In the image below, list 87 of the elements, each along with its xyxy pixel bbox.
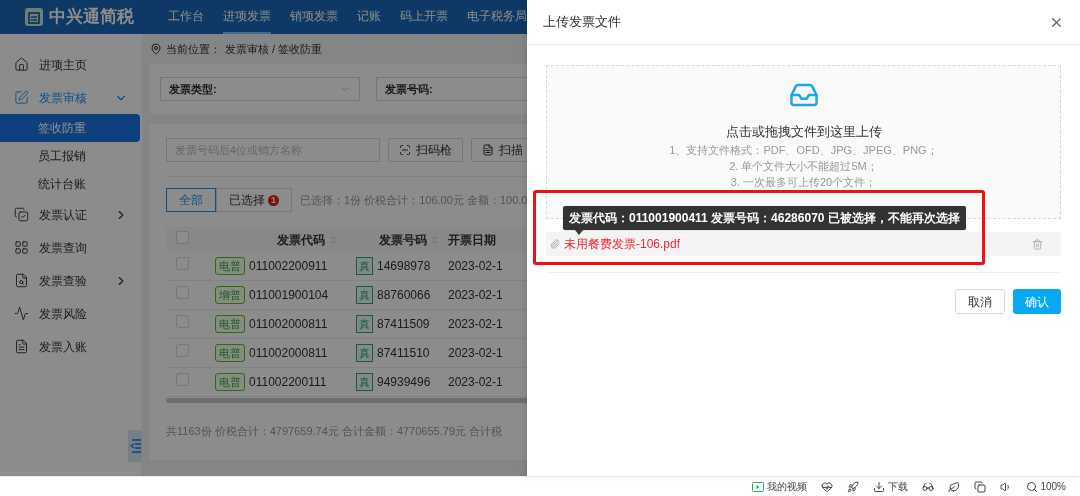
sidebar-subitem[interactable]: 统计台账 (0, 170, 140, 198)
home-icon (14, 57, 29, 72)
table-cell-text: 2023-02-1 (448, 345, 503, 362)
sidebar-item[interactable]: 发票认证 (0, 198, 142, 231)
paperclip-icon (550, 239, 560, 249)
sidebar-item[interactable]: 发票入账 (0, 330, 142, 363)
check-copy-icon (14, 207, 29, 222)
table-cell-text: 011002200911 (249, 258, 328, 275)
invoice-type-tag: 增普 (215, 286, 245, 304)
table-cell-text: 011002000811 (249, 316, 328, 333)
upload-title: 点击或拖拽文件到这里上传 (725, 123, 882, 141)
status-link[interactable]: 下载 (888, 479, 909, 494)
pulse-chart-icon (14, 306, 29, 321)
collapse-menu-icon[interactable] (128, 430, 142, 462)
window-icon[interactable] (974, 480, 987, 493)
invoice-type-tag: 电普 (215, 344, 245, 362)
verified-tag: 真 (356, 315, 373, 333)
document-icon (14, 339, 29, 354)
play-icon[interactable] (752, 481, 765, 492)
select-field[interactable]: 发票类型: (160, 77, 360, 101)
sidebar-item[interactable]: 发票查询 (0, 231, 142, 264)
tooltip-pointer-icon (575, 230, 583, 235)
column-header: 发票代码 (277, 231, 325, 249)
leaf-icon[interactable] (948, 480, 961, 493)
verified-tag: 真 (356, 286, 373, 304)
table-cell-text: 88760066 (377, 287, 431, 304)
table-cell-text: 2023-02-1 (448, 258, 503, 275)
table-cell-text: 2023-02-1 (448, 287, 503, 304)
table-cell-text: 011002200111 (249, 374, 327, 391)
cancel-button[interactable]: 取消 (955, 289, 1005, 314)
logo-icon (24, 7, 44, 27)
breadcrumb-path: 发票审核 / 签收防重 (225, 41, 323, 57)
nav-tab[interactable]: 码上开票 (400, 0, 448, 34)
zoom-icon[interactable] (1026, 480, 1039, 493)
input-field[interactable]: 发票号码: (376, 77, 527, 101)
table-cell-text: 011002000811 (249, 345, 328, 362)
verified-tag: 真 (356, 344, 373, 362)
column-header: 开票日期 (448, 231, 496, 249)
sidebar-item[interactable]: 发票查验 (0, 264, 142, 297)
dialog-title: 上传发票文件 (543, 13, 621, 32)
verified-tag: 真 (356, 257, 373, 275)
heart-pulse-icon[interactable] (821, 480, 834, 493)
nav-tab[interactable]: 记账 (357, 0, 381, 34)
table-cell-text: 011001900104 (249, 287, 329, 304)
table-cell-text: 2023-02-1 (448, 316, 503, 333)
column-header: 发票号码 (379, 231, 427, 249)
nav-tab[interactable]: 工作台 (168, 0, 204, 34)
upload-hint: 1、支持文件格式：PDF、OFD、JPG、JPEG、PNG； (669, 142, 938, 158)
file-row[interactable]: 未用餐费发票-106.pdf (546, 232, 1061, 256)
count-badge: 1 (268, 194, 279, 206)
table-cell-text: 2023-02-1 (448, 374, 503, 391)
location-icon (150, 43, 162, 55)
delete-icon[interactable] (1032, 238, 1043, 250)
breadcrumb-label: 当前位置： (166, 41, 221, 57)
document-icon (482, 144, 494, 156)
invoice-type-tag: 电普 (215, 315, 245, 333)
sidebar-item[interactable]: 发票风险 (0, 297, 142, 330)
table-cell-text: 87411510 (377, 345, 430, 362)
upload-hint: 3. 一次最多可上传20个文件； (730, 174, 877, 190)
glasses-icon[interactable] (922, 480, 935, 493)
table-cell-text: 14698978 (377, 258, 431, 275)
rocket-icon[interactable] (847, 480, 860, 493)
scan-icon (399, 144, 411, 156)
table-cell-text: 94939496 (377, 374, 431, 391)
verified-tag: 真 (356, 373, 373, 391)
upload-hint: 2. 单个文件大小不能超过5M； (729, 158, 878, 174)
file-name[interactable]: 未用餐费发票-106.pdf (564, 235, 1028, 253)
nav-tab[interactable]: 电子税务局 (467, 0, 527, 34)
file-search-icon (14, 273, 29, 288)
nav-tab[interactable]: 销项发票 (290, 0, 338, 34)
invoice-type-tag: 电普 (215, 373, 245, 391)
zoom-level[interactable]: 100% (1040, 479, 1066, 494)
edit-icon (14, 90, 29, 105)
grid-icon (14, 240, 29, 255)
invoice-type-tag: 电普 (215, 257, 245, 275)
download-icon[interactable] (873, 480, 886, 493)
sidebar-subitem[interactable]: 员工报销 (0, 142, 140, 170)
scan-button[interactable]: 扫描 (471, 138, 527, 162)
sidebar-item[interactable]: 进项主页 (0, 48, 142, 81)
status-link[interactable]: 我的视频 (767, 479, 808, 494)
sidebar-subitem[interactable]: 签收防重 (0, 114, 140, 142)
tooltip: 发票代码：011001900411 发票号码：46286070 已被选择，不能再次选择 (563, 206, 966, 230)
table-cell-text: 87411509 (377, 316, 430, 333)
horizontal-scrollbar[interactable] (166, 398, 527, 403)
filter-tab[interactable]: 已选择 1 (216, 188, 292, 212)
app-logo-text: 中兴通简税 (49, 6, 134, 29)
scan-button[interactable]: 扫码枪 (388, 138, 463, 162)
